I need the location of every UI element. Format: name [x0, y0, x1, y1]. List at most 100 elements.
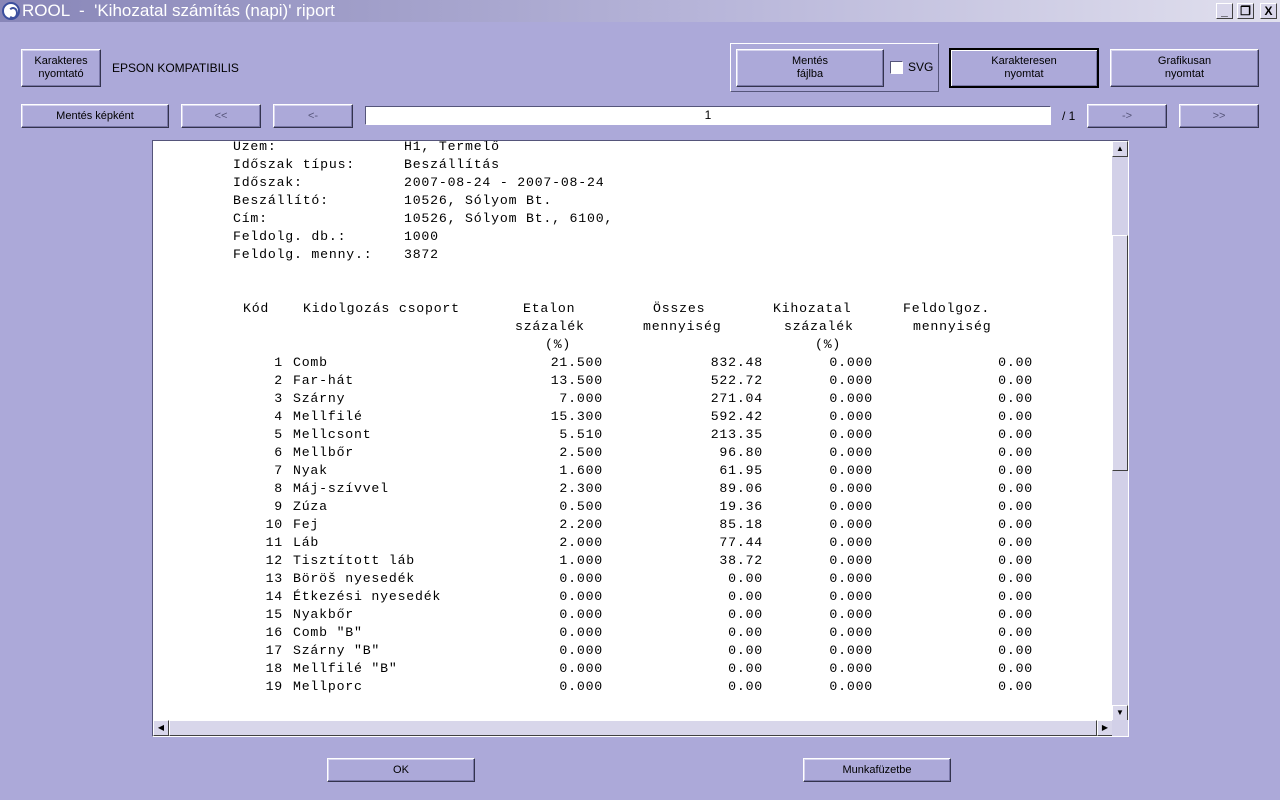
svg-checkbox[interactable]: [890, 61, 903, 74]
page-number-input[interactable]: 1: [365, 106, 1051, 125]
scroll-right-arrow-icon[interactable]: ▶: [1097, 720, 1113, 736]
next-page-button[interactable]: ->: [1087, 104, 1167, 128]
header-label: Cím:: [233, 211, 268, 226]
print-character-button[interactable]: Karakteresen nyomtat: [949, 48, 1099, 88]
horizontal-scrollbar[interactable]: ◀ ▶: [153, 720, 1113, 736]
row-processed-qty: 0.00: [998, 499, 1033, 514]
row-yield: 0.000: [829, 409, 873, 424]
table-row: 13 Böröš nyesedék 0.000 0.00 0.000 0.00: [233, 570, 1128, 588]
horizontal-scroll-thumb[interactable]: [169, 720, 1097, 736]
header-label: Feldolg. menny.:: [233, 247, 373, 262]
table-row: 18 Mellfilé "B" 0.000 0.00 0.000 0.00: [233, 660, 1128, 678]
row-processed-qty: 0.00: [998, 463, 1033, 478]
column-header-line-2: százalék mennyiség százalék mennyiség: [233, 318, 1128, 336]
vertical-scrollbar[interactable]: ▲ ▼: [1112, 141, 1128, 721]
first-page-button[interactable]: <<: [181, 104, 261, 128]
report-header-line: Beszállító: 10526, Sólyom Bt.: [233, 192, 1128, 210]
scroll-up-arrow-icon[interactable]: ▲: [1112, 141, 1128, 157]
character-printer-button[interactable]: Karakteres nyomtató: [21, 49, 101, 87]
row-code: 8: [274, 481, 283, 496]
row-yield: 0.000: [829, 463, 873, 478]
row-code: 6: [274, 445, 283, 460]
row-group: Zúza: [293, 499, 328, 514]
header-value: 1000: [404, 229, 439, 244]
column-header: Kihozatal: [773, 301, 852, 316]
row-processed-qty: 0.00: [998, 553, 1033, 568]
row-group: Far-hát: [293, 373, 354, 388]
close-button[interactable]: X: [1260, 3, 1277, 19]
row-yield: 0.000: [829, 643, 873, 658]
row-group: Tisztított láb: [293, 553, 415, 568]
column-header-line-1: Kód Kidolgozás csoport Etalon Összes Kihozat…: [233, 300, 1128, 318]
save-as-image-button[interactable]: Mentés képként: [21, 104, 169, 128]
row-yield: 0.000: [829, 427, 873, 442]
scroll-corner: [1112, 720, 1128, 736]
table-row: 2 Far-hát 13.500 522.72 0.000 0.00: [233, 372, 1128, 390]
row-code: 17: [265, 643, 283, 658]
header-value: 10526, Sólyom Bt.: [404, 193, 553, 208]
header-value: H1, Termelő: [404, 140, 500, 154]
row-total-qty: 0.00: [728, 589, 763, 604]
row-code: 14: [265, 589, 283, 604]
row-etalon: 2.000: [559, 535, 603, 550]
header-label: Beszállító:: [233, 193, 329, 208]
minimize-button[interactable]: _: [1216, 3, 1233, 19]
report-viewer[interactable]: Üzem: H1, Termelő Időszak típus: Beszállítá…: [152, 140, 1129, 737]
row-total-qty: 96.80: [719, 445, 763, 460]
row-code: 5: [274, 427, 283, 442]
row-code: 2: [274, 373, 283, 388]
row-processed-qty: 0.00: [998, 373, 1033, 388]
column-header-line-3: (%) (%): [233, 336, 1128, 354]
row-group: Mellfilé: [293, 409, 363, 424]
header-label: Feldolg. db.:: [233, 229, 347, 244]
row-processed-qty: 0.00: [998, 481, 1033, 496]
scroll-left-arrow-icon[interactable]: ◀: [153, 720, 169, 736]
table-row: 4 Mellfilé 15.300 592.42 0.000 0.00: [233, 408, 1128, 426]
print-graphic-button[interactable]: Grafikusan nyomtat: [1110, 49, 1259, 87]
row-etalon: 0.000: [559, 679, 603, 694]
table-row: 6 Mellbőr 2.500 96.80 0.000 0.00: [233, 444, 1128, 462]
row-code: 15: [265, 607, 283, 622]
row-etalon: 5.510: [559, 427, 603, 442]
svg-label: SVG: [908, 60, 934, 74]
row-total-qty: 0.00: [728, 679, 763, 694]
previous-page-button[interactable]: <-: [273, 104, 353, 128]
row-total-qty: 77.44: [719, 535, 763, 550]
report-header-line: Időszak típus: Beszállítás: [233, 156, 1128, 174]
row-code: 7: [274, 463, 283, 478]
last-page-button[interactable]: >>: [1179, 104, 1259, 128]
restore-button[interactable]: ❐: [1237, 3, 1254, 19]
scroll-down-arrow-icon[interactable]: ▼: [1112, 705, 1128, 721]
workbook-button[interactable]: Munkafüzetbe: [803, 758, 951, 782]
row-total-qty: 0.00: [728, 625, 763, 640]
table-row: 15 Nyakbőr 0.000 0.00 0.000 0.00: [233, 606, 1128, 624]
row-yield: 0.000: [829, 355, 873, 370]
ok-button[interactable]: OK: [327, 758, 475, 782]
vertical-scroll-thumb[interactable]: [1112, 235, 1128, 471]
row-yield: 0.000: [829, 553, 873, 568]
row-processed-qty: 0.00: [998, 517, 1033, 532]
row-code: 13: [265, 571, 283, 586]
row-etalon: 7.000: [559, 391, 603, 406]
row-yield: 0.000: [829, 679, 873, 694]
table-row: 19 Mellporc 0.000 0.00 0.000 0.00: [233, 678, 1128, 696]
report-content: Üzem: H1, Termelő Időszak típus: Beszállítá…: [233, 140, 1128, 696]
column-header: (%): [545, 337, 572, 352]
column-header: Etalon: [523, 301, 576, 316]
row-processed-qty: 0.00: [998, 607, 1033, 622]
save-to-file-button[interactable]: Mentés fájlba: [736, 49, 884, 87]
row-total-qty: 592.42: [710, 409, 763, 424]
table-row: 10 Fej 2.200 85.18 0.000 0.00: [233, 516, 1128, 534]
row-yield: 0.000: [829, 373, 873, 388]
row-etalon: 0.000: [559, 625, 603, 640]
row-processed-qty: 0.00: [998, 535, 1033, 550]
row-yield: 0.000: [829, 445, 873, 460]
row-yield: 0.000: [829, 517, 873, 532]
row-total-qty: 832.48: [710, 355, 763, 370]
row-total-qty: 0.00: [728, 643, 763, 658]
row-code: 12: [265, 553, 283, 568]
row-processed-qty: 0.00: [998, 625, 1033, 640]
row-code: 3: [274, 391, 283, 406]
row-processed-qty: 0.00: [998, 427, 1033, 442]
